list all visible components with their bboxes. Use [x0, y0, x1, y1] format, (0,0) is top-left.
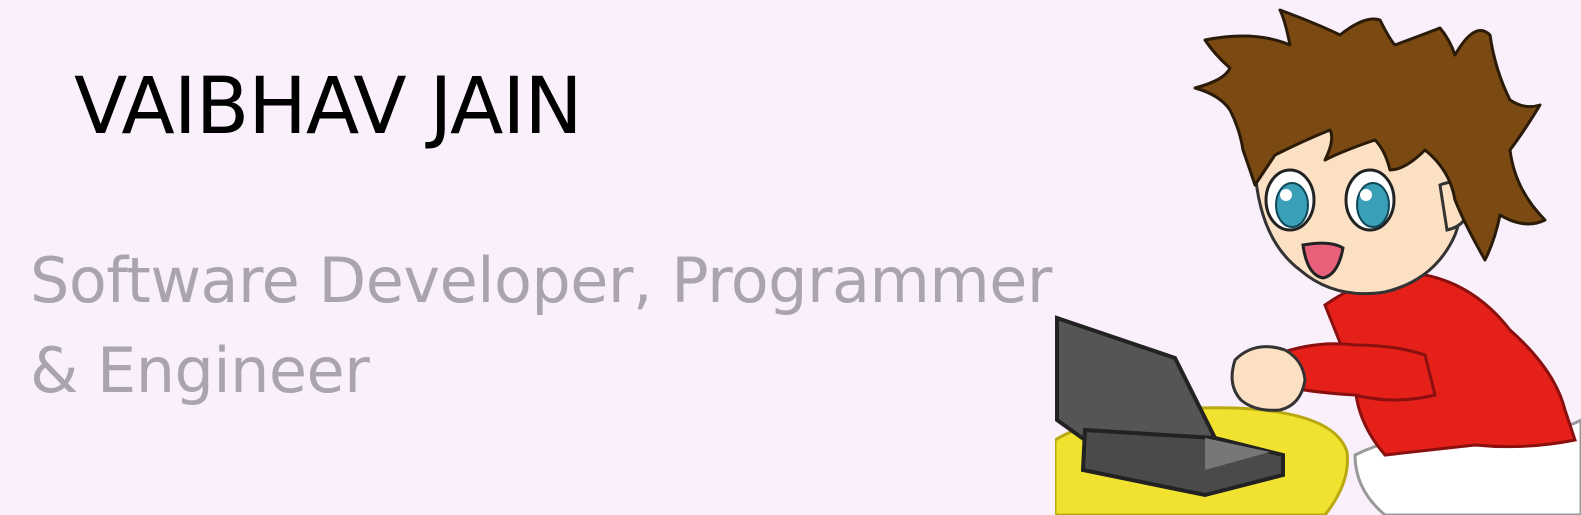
hand-icon [1230, 345, 1307, 412]
profile-name: VAIBHAV JAIN [74, 62, 583, 152]
eye-icon [1344, 168, 1396, 232]
laptop-icon [1055, 315, 1219, 443]
cartoon-boy-with-laptop-icon [1055, 8, 1581, 515]
eye-icon [1264, 168, 1316, 232]
profile-banner: VAIBHAV JAIN Software Developer, Program… [0, 0, 1581, 515]
profile-tagline: Software Developer, Programmer & Enginee… [30, 244, 1052, 407]
